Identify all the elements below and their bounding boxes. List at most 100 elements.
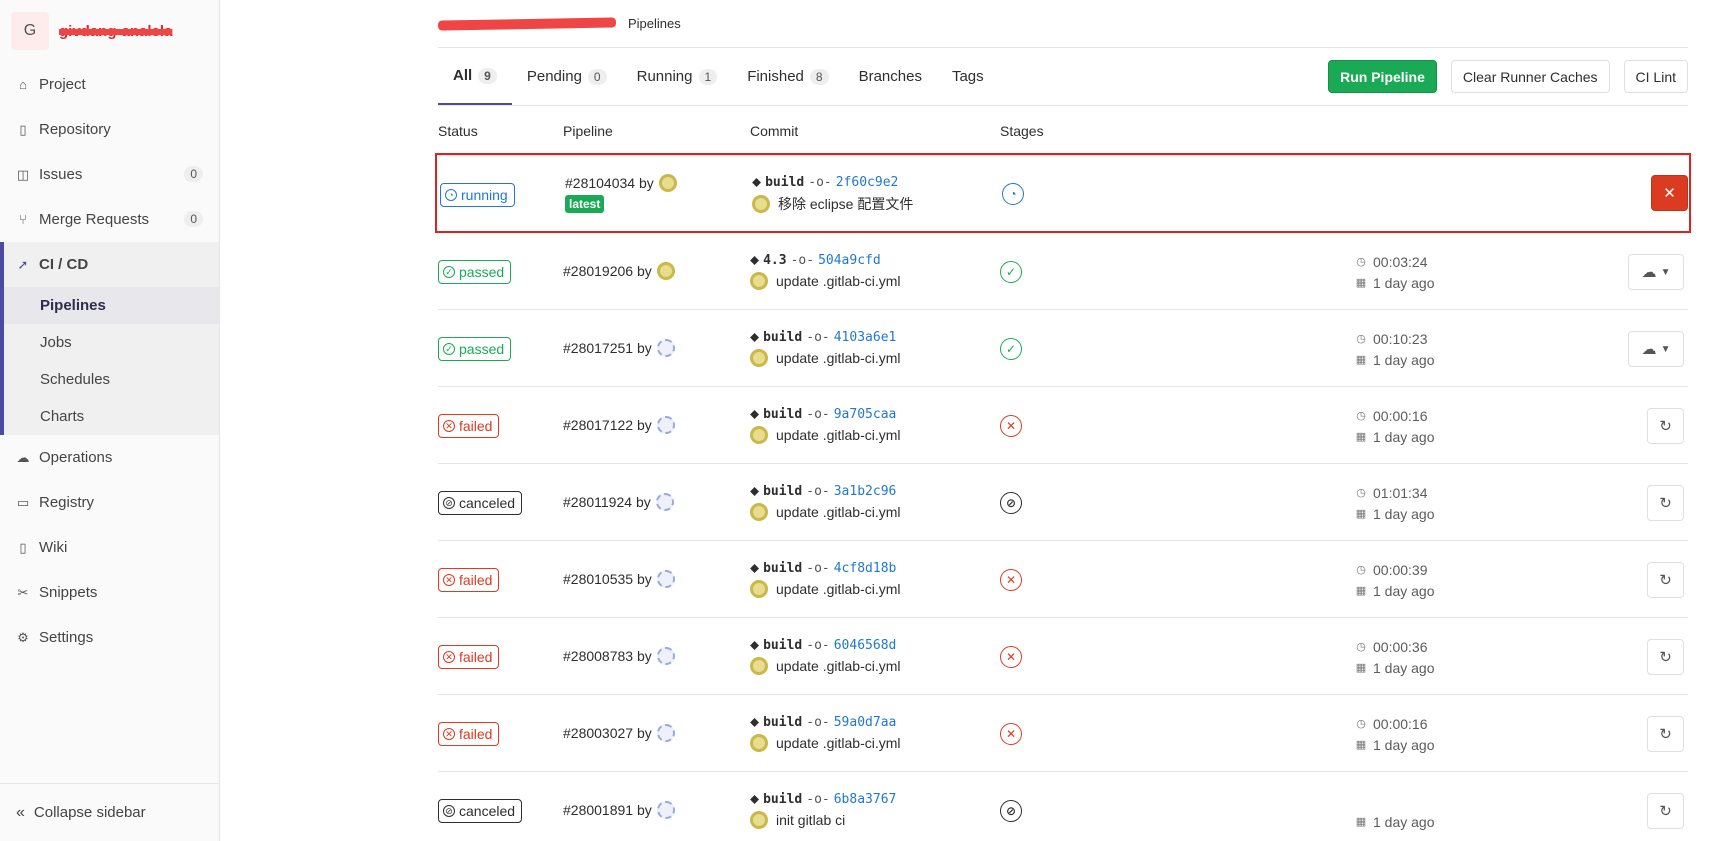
tab-all[interactable]: All 9 bbox=[438, 48, 512, 105]
pipeline-link[interactable]: #28019206 bbox=[563, 263, 633, 279]
pipeline-link[interactable]: #28104034 bbox=[565, 175, 635, 191]
retry-button[interactable]: ↻ bbox=[1647, 562, 1684, 598]
commit-ref[interactable]: build bbox=[763, 484, 802, 499]
status-badge[interactable]: ✓ passed bbox=[438, 260, 512, 284]
stage-failed-icon[interactable]: ✕ bbox=[1000, 569, 1022, 591]
avatar[interactable] bbox=[656, 570, 675, 588]
avatar[interactable] bbox=[750, 503, 768, 521]
avatar[interactable] bbox=[752, 195, 770, 213]
commit-ref[interactable]: build bbox=[763, 792, 802, 807]
avatar[interactable] bbox=[656, 647, 675, 665]
sidebar-item-cicd[interactable]: ➚ CI / CD bbox=[4, 242, 219, 287]
cancel-pipeline-button[interactable]: ✕ bbox=[1651, 175, 1688, 211]
collapse-sidebar-button[interactable]: « Collapse sidebar bbox=[0, 783, 220, 841]
pipeline-link[interactable]: #28017122 bbox=[563, 417, 633, 433]
status-badge[interactable]: ⊘ canceled bbox=[438, 799, 523, 823]
tab-pending[interactable]: Pending 0 bbox=[512, 48, 622, 105]
sidebar-item-settings[interactable]: ⚙ Settings bbox=[0, 615, 219, 660]
commit-sha[interactable]: 504a9cfd bbox=[818, 253, 881, 268]
tab-finished[interactable]: Finished 8 bbox=[732, 48, 843, 105]
pipeline-link[interactable]: #28010535 bbox=[563, 571, 633, 587]
sidebar-subitem-pipelines[interactable]: Pipelines bbox=[4, 287, 219, 324]
breadcrumb-redacted-path[interactable] bbox=[437, 16, 617, 31]
sidebar-item-issues[interactable]: ◫ Issues 0 bbox=[0, 152, 219, 197]
sidebar-subitem-jobs[interactable]: Jobs bbox=[4, 324, 219, 361]
retry-button[interactable]: ↻ bbox=[1647, 408, 1684, 444]
status-badge[interactable]: ✕ failed bbox=[438, 414, 500, 438]
commit-sha[interactable]: 4103a6e1 bbox=[834, 330, 897, 345]
commit-sha[interactable]: 59a0d7aa bbox=[834, 715, 897, 730]
tab-tags[interactable]: Tags bbox=[937, 48, 999, 105]
avatar[interactable] bbox=[750, 811, 768, 829]
avatar[interactable] bbox=[656, 416, 675, 434]
commit-message[interactable]: update .gitlab-ci.yml bbox=[776, 350, 901, 366]
sidebar-item-snippets[interactable]: ✂ Snippets bbox=[0, 570, 219, 615]
sidebar-item-wiki[interactable]: ▯ Wiki bbox=[0, 525, 219, 570]
stage-passed-icon[interactable]: ✓ bbox=[1000, 338, 1022, 360]
run-pipeline-button[interactable]: Run Pipeline bbox=[1328, 60, 1437, 93]
breadcrumb-current[interactable]: Pipelines bbox=[628, 16, 681, 31]
avatar[interactable] bbox=[658, 174, 677, 192]
pipeline-link[interactable]: #28017251 bbox=[563, 340, 633, 356]
retry-button[interactable]: ↻ bbox=[1647, 639, 1684, 675]
avatar[interactable] bbox=[655, 493, 674, 511]
pipeline-link[interactable]: #28001891 bbox=[563, 802, 633, 818]
commit-ref[interactable]: build bbox=[763, 407, 802, 422]
sidebar-item-project[interactable]: ⌂ Project bbox=[0, 62, 219, 107]
commit-message[interactable]: update .gitlab-ci.yml bbox=[776, 273, 901, 289]
avatar[interactable] bbox=[750, 734, 768, 752]
commit-message[interactable]: init gitlab ci bbox=[776, 812, 845, 828]
commit-sha[interactable]: 4cf8d18b bbox=[834, 561, 897, 576]
commit-ref[interactable]: build bbox=[763, 638, 802, 653]
retry-button[interactable]: ↻ bbox=[1647, 716, 1684, 752]
commit-ref[interactable]: 4.3 bbox=[763, 253, 786, 268]
status-badge[interactable]: ◔ running bbox=[440, 183, 515, 207]
commit-message[interactable]: update .gitlab-ci.yml bbox=[776, 581, 901, 597]
sidebar-item-repository[interactable]: ▯ Repository bbox=[0, 107, 219, 152]
commit-ref[interactable]: build bbox=[763, 561, 802, 576]
avatar[interactable] bbox=[750, 349, 768, 367]
sidebar-item-registry[interactable]: ▭ Registry bbox=[0, 480, 219, 525]
commit-sha[interactable]: 9a705caa bbox=[834, 407, 897, 422]
commit-ref[interactable]: build bbox=[763, 715, 802, 730]
avatar[interactable] bbox=[750, 272, 768, 290]
avatar[interactable] bbox=[750, 426, 768, 444]
retry-button[interactable]: ↻ bbox=[1647, 485, 1684, 521]
download-artifacts-dropdown[interactable]: ☁ ▼ bbox=[1628, 254, 1684, 290]
stage-passed-icon[interactable]: ✓ bbox=[1000, 261, 1022, 283]
commit-sha[interactable]: 6b8a3767 bbox=[834, 792, 897, 807]
avatar[interactable] bbox=[750, 657, 768, 675]
stage-failed-icon[interactable]: ✕ bbox=[1000, 723, 1022, 745]
status-badge[interactable]: ✕ failed bbox=[438, 722, 500, 746]
sidebar-item-merge-requests[interactable]: ⑂ Merge Requests 0 bbox=[0, 197, 219, 242]
status-badge[interactable]: ✓ passed bbox=[438, 337, 512, 361]
pipeline-link[interactable]: #28003027 bbox=[563, 725, 633, 741]
project-name[interactable]: givdang-analela bbox=[59, 23, 172, 40]
commit-ref[interactable]: build bbox=[765, 175, 804, 190]
download-artifacts-dropdown[interactable]: ☁ ▼ bbox=[1628, 331, 1684, 367]
commit-sha[interactable]: 2f60c9e2 bbox=[836, 175, 899, 190]
stage-canceled-icon[interactable]: ⊘ bbox=[1000, 492, 1022, 514]
commit-message[interactable]: update .gitlab-ci.yml bbox=[776, 658, 901, 674]
commit-message[interactable]: update .gitlab-ci.yml bbox=[776, 504, 901, 520]
project-header[interactable]: G givdang-analela bbox=[0, 0, 219, 62]
avatar[interactable] bbox=[750, 580, 768, 598]
avatar[interactable] bbox=[656, 339, 675, 357]
status-badge[interactable]: ⊘ canceled bbox=[438, 491, 523, 515]
commit-sha[interactable]: 3a1b2c96 bbox=[834, 484, 897, 499]
stage-canceled-icon[interactable]: ⊘ bbox=[1000, 800, 1022, 822]
ci-lint-button[interactable]: CI Lint bbox=[1623, 60, 1688, 93]
avatar[interactable] bbox=[656, 724, 675, 742]
sidebar-subitem-charts[interactable]: Charts bbox=[4, 398, 219, 435]
pipeline-link[interactable]: #28008783 bbox=[563, 648, 633, 664]
commit-message[interactable]: 移除 eclipse 配置文件 bbox=[778, 194, 913, 214]
retry-button[interactable]: ↻ bbox=[1647, 793, 1684, 829]
status-badge[interactable]: ✕ failed bbox=[438, 568, 500, 592]
commit-sha[interactable]: 6046568d bbox=[834, 638, 897, 653]
commit-message[interactable]: update .gitlab-ci.yml bbox=[776, 735, 901, 751]
clear-runner-caches-button[interactable]: Clear Runner Caches bbox=[1450, 60, 1610, 93]
tab-branches[interactable]: Branches bbox=[844, 48, 937, 105]
pipeline-link[interactable]: #28011924 bbox=[563, 494, 632, 510]
stage-failed-icon[interactable]: ✕ bbox=[1000, 415, 1022, 437]
commit-message[interactable]: update .gitlab-ci.yml bbox=[776, 427, 901, 443]
